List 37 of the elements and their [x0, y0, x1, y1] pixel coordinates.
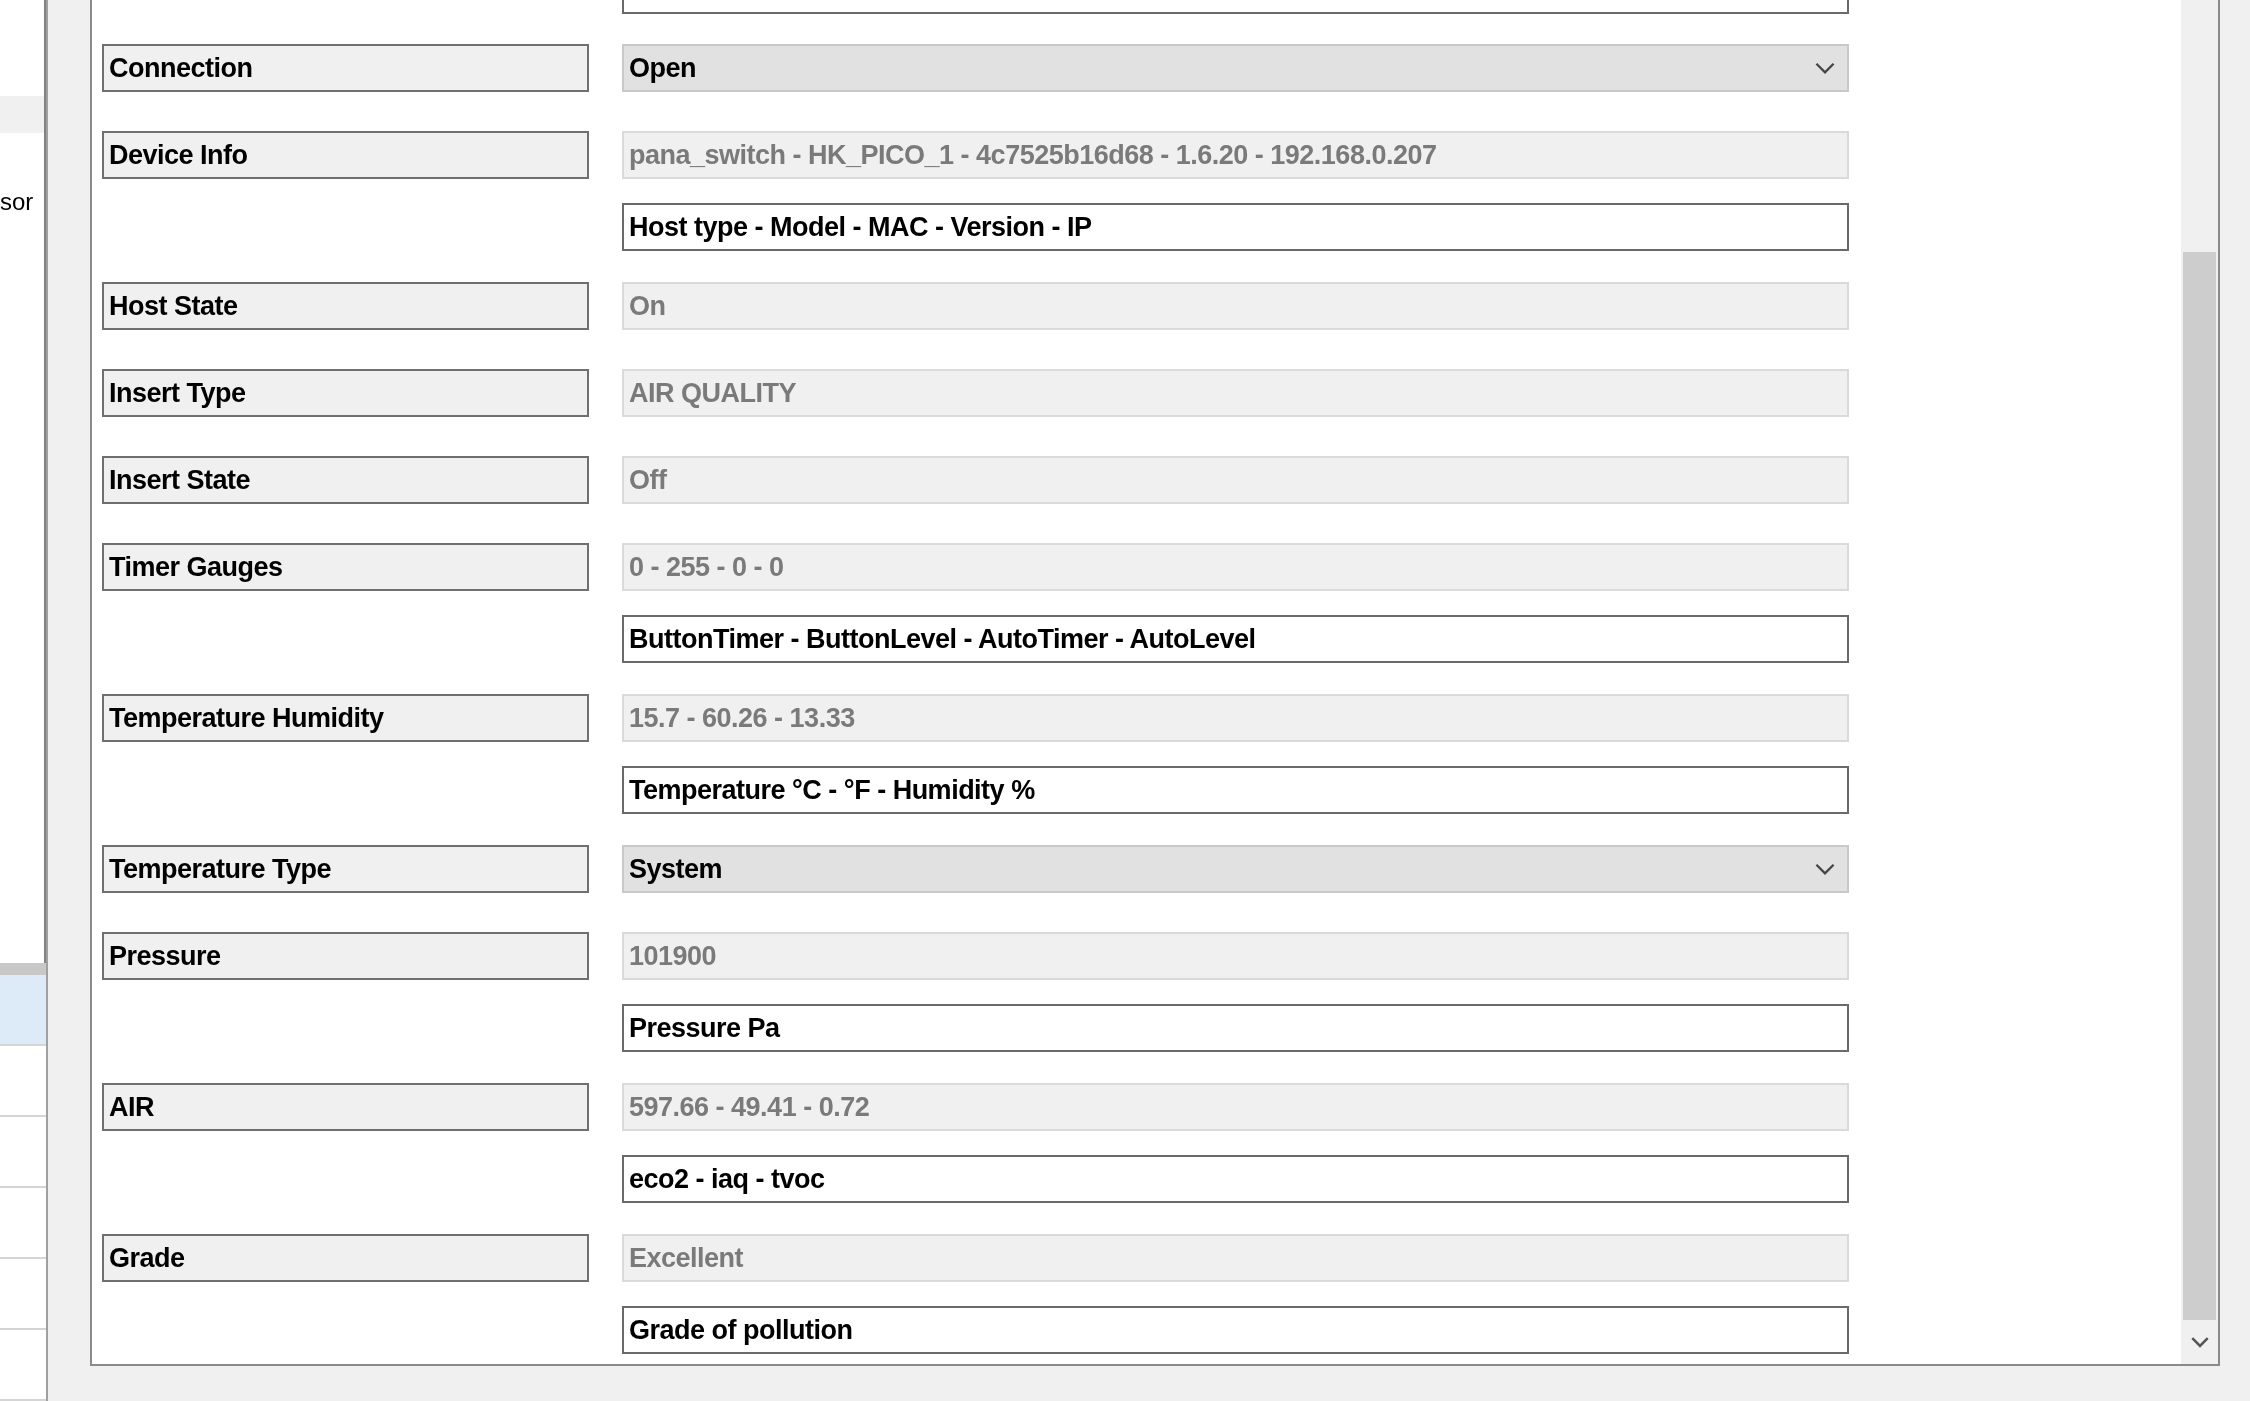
field-label: Insert State: [102, 456, 589, 504]
field-label: Host State: [102, 282, 589, 330]
readonly-field: 15.7 - 60.26 - 13.33: [622, 694, 1849, 742]
text-field[interactable]: ButtonTimer - ButtonLevel - AutoTimer - AutoLevel: [622, 615, 1849, 663]
field-label: Temperature Type: [102, 845, 589, 893]
readonly-field: pana_switch - HK_PICO_1 - 4c7525b16d68 - 1.6.20 - 192.168.0.207: [622, 131, 1849, 179]
text-field[interactable]: Pressure Pa: [622, 1004, 1849, 1052]
field-label: Connection: [102, 44, 589, 92]
field-label: Pressure: [102, 932, 589, 980]
dropdown[interactable]: Open: [622, 44, 1849, 92]
text-field[interactable]: Grade of pollution: [622, 1306, 1849, 1354]
splitter-bar[interactable]: [0, 963, 46, 975]
list-row[interactable]: [0, 975, 46, 1046]
readonly-field: On: [622, 282, 1849, 330]
field-label: Timer Gauges: [102, 543, 589, 591]
readonly-field: 101900: [622, 932, 1849, 980]
dropdown[interactable]: System: [622, 845, 1849, 893]
field-label: Grade: [102, 1234, 589, 1282]
text-field[interactable]: Host type - Model - MAC - Version - IP: [622, 203, 1849, 251]
field-label: Temperature Humidity: [102, 694, 589, 742]
readonly-field: Off: [622, 456, 1849, 504]
scrollbar[interactable]: [2181, 0, 2218, 1364]
text-field[interactable]: eco2 - iaq - tvoc: [622, 1155, 1849, 1203]
scroll-down-icon[interactable]: [2190, 1336, 2209, 1348]
readonly-field: 0 - 255 - 0 - 0: [622, 543, 1849, 591]
chevron-icon: [1815, 62, 1835, 74]
side-item[interactable]: sor: [0, 188, 34, 225]
scroll-thumb[interactable]: [2183, 252, 2216, 1320]
readonly-field: Excellent: [622, 1234, 1849, 1282]
readonly-field: 597.66 - 49.41 - 0.72: [622, 1083, 1849, 1131]
field-label: AIR: [102, 1083, 589, 1131]
chevron-icon: [1815, 863, 1835, 875]
readonly-field: AIR QUALITY: [622, 369, 1849, 417]
side-item[interactable]: [0, 96, 44, 133]
field-label: Insert Type: [102, 369, 589, 417]
field-label: Device Info: [102, 131, 589, 179]
text-field[interactable]: Temperature °C - °F - Humidity %: [622, 766, 1849, 814]
